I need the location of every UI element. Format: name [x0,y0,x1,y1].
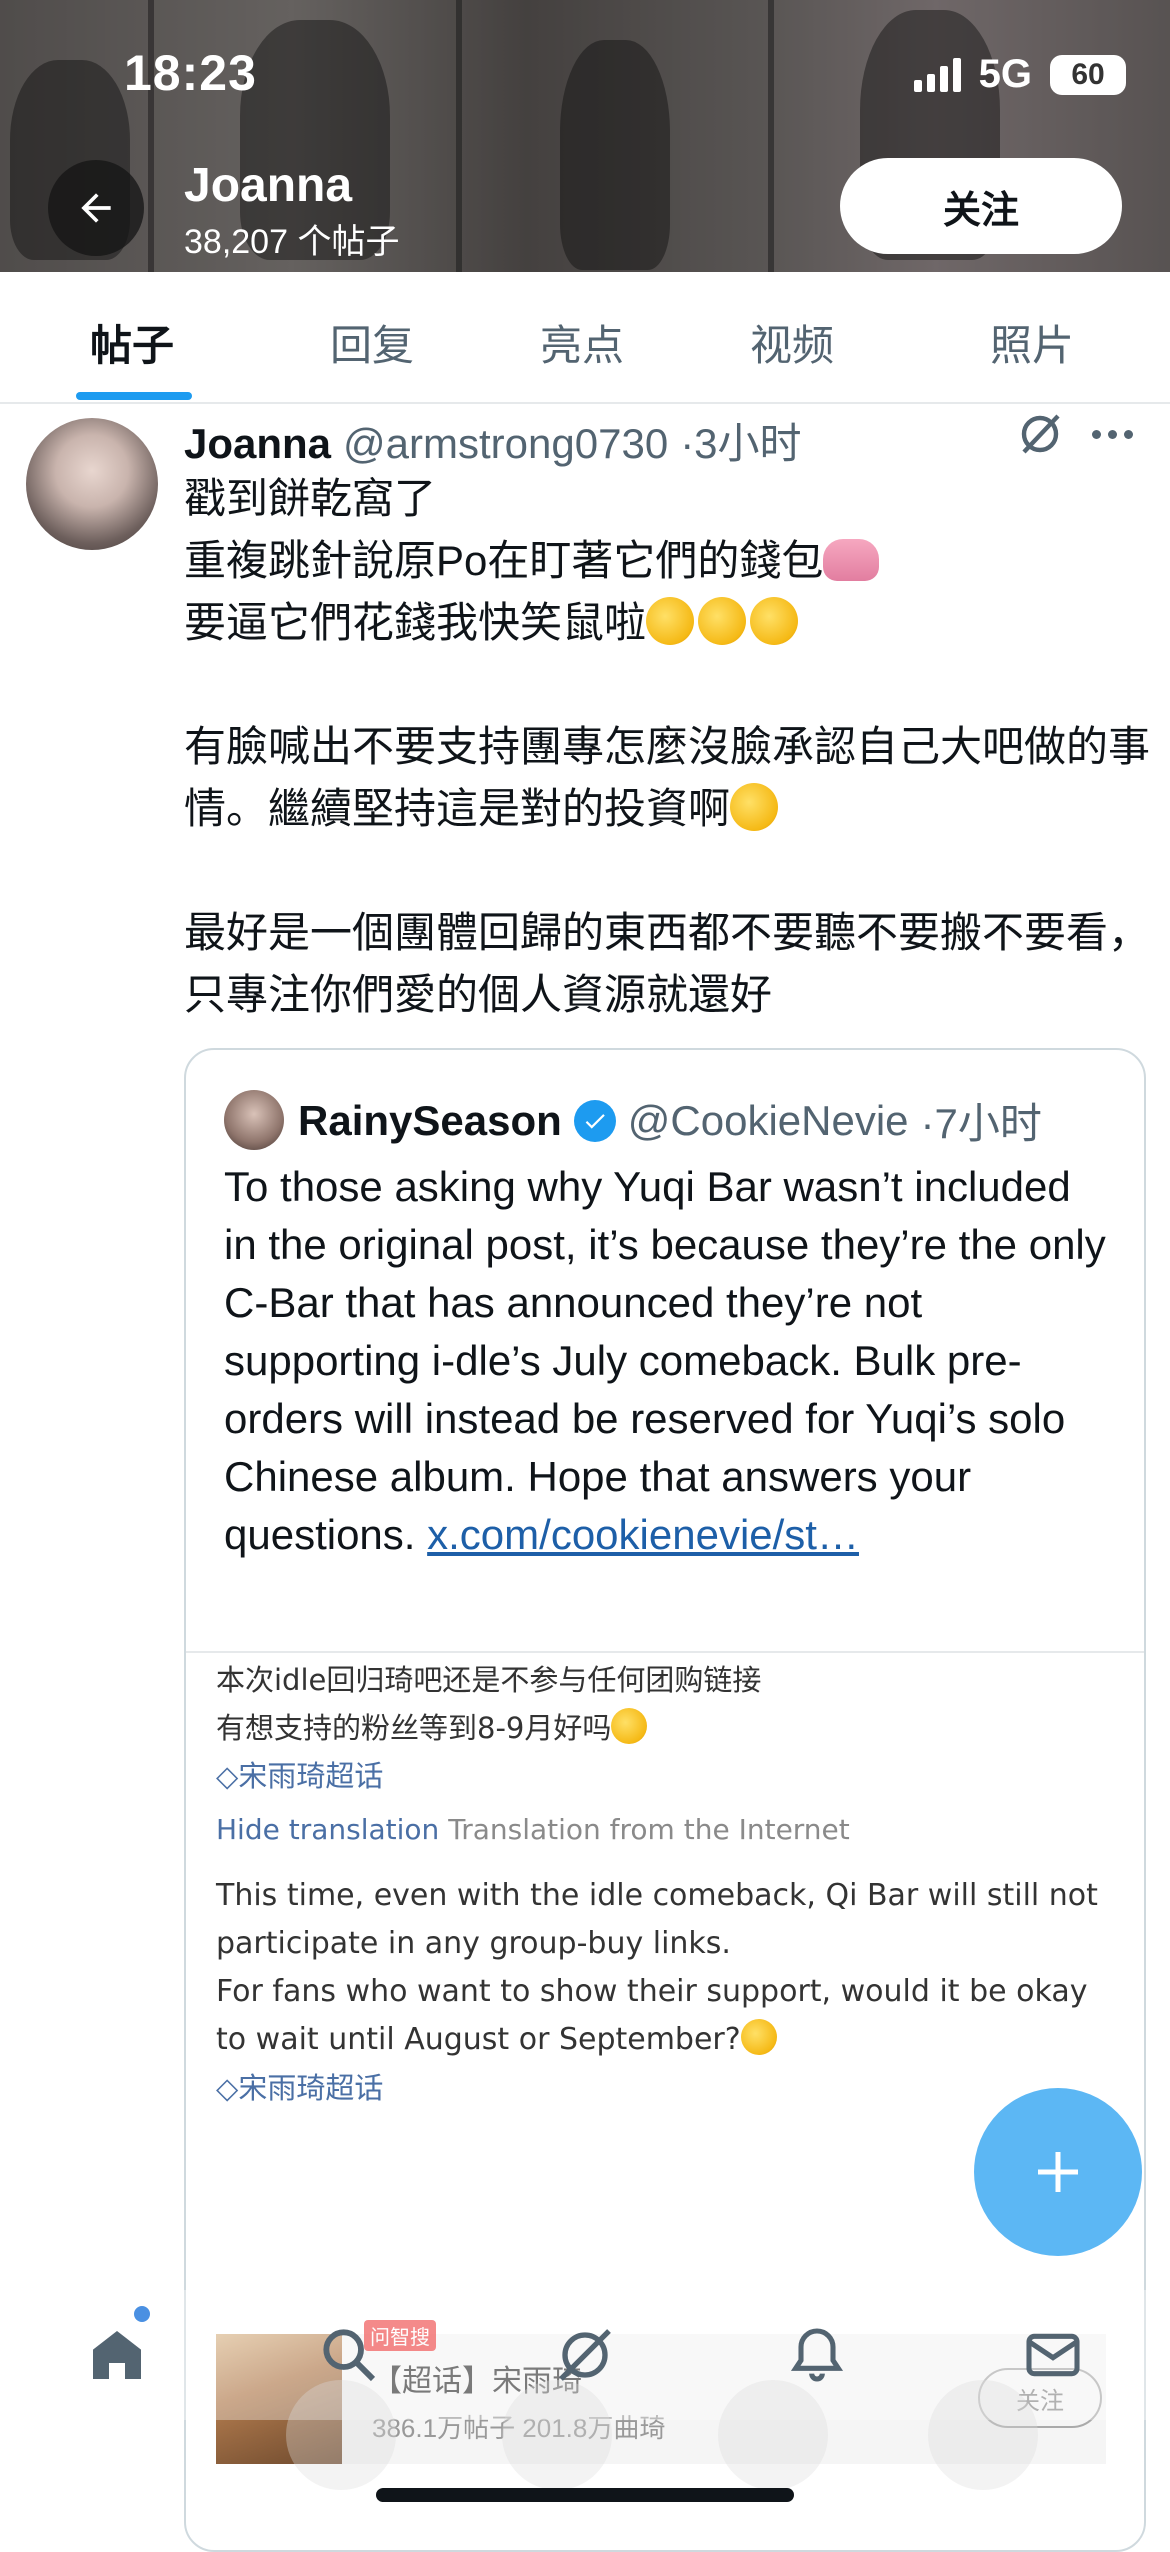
post-line: 要逼它們花錢我快笑鼠啦 [184,592,1164,654]
bottom-navigation: 问智搜 [0,2290,1170,2490]
home-unread-dot [134,2306,150,2322]
mail-icon [1026,2333,1080,2377]
tab-active-indicator [76,392,192,400]
grok-icon [559,2329,611,2381]
compose-button[interactable] [974,2088,1142,2256]
post-count: 38,207 个帖子 [184,223,400,261]
signal-icon [913,57,961,92]
post-line: 戳到餅乾窩了 [184,475,437,522]
network-label: 5G [978,52,1032,96]
follow-button[interactable]: 关注 [840,158,1122,254]
profile-tabs: 帖子 回复 亮点 视频 照片 [0,272,1170,404]
more-options-icon[interactable] [1092,430,1133,439]
grok-icon[interactable] [1016,410,1064,458]
arrow-left-icon [81,193,111,223]
post-handle[interactable]: @armstrong0730 [343,420,668,468]
quote-time: ·7小时 [920,1100,1042,1147]
battery-icon: 60 [1050,54,1126,95]
status-time: 18:23 [124,45,257,101]
quote-link[interactable]: x.com/cookienevie/st… [427,1511,859,1558]
tab-replies[interactable]: 回复 [330,312,414,373]
quote-text: To those asking why Yuqi Bar wasn’t incl… [224,1163,1106,1558]
hand-over-mouth-emoji-icon [730,783,779,831]
back-button[interactable] [48,160,144,256]
embedded-translation-bar: Hide translation Translation from the In… [216,1800,1116,1860]
tab-posts[interactable]: 帖子 [90,312,174,373]
nav-search[interactable]: 问智搜 [304,2310,436,2400]
quote-header: RainySeason @CookieNevie ·7小时 [298,1090,1042,1151]
quote-avatar[interactable] [224,1090,284,1150]
nav-messages[interactable] [1008,2310,1098,2400]
tab-photos[interactable]: 照片 [990,312,1074,373]
post-body: 戳到餅乾窩了 重複跳針說原Po在盯著它們的錢包 要逼它們花錢我快笑鼠啦 有臉喊出… [184,468,1164,1026]
home-icon [93,2331,141,2379]
tab-videos[interactable]: 视频 [750,312,834,373]
quote-body: To those asking why Yuqi Bar wasn’t incl… [224,1158,1114,1564]
embedded-screenshot: 本次idle回归琦吧还是不参与任何团购链接 有想支持的粉丝等到8-9月好吗 ◇宋… [216,1656,1116,2112]
embedded-topic-tag: ◇宋雨琦超话 [216,1759,384,1793]
purse-emoji-icon [823,539,880,581]
tab-highlights[interactable]: 亮点 [540,312,624,373]
rofl-emoji-icon [750,597,799,645]
post-time: ·3小时 [680,420,802,467]
embedded-topic-tag: ◇宋雨琦超话 [216,2071,384,2105]
nav-grok[interactable] [540,2310,630,2400]
verified-badge-icon [573,1099,616,1142]
quote-divider [186,1651,1144,1653]
post-header: Joanna @armstrong0730 ·3小时 [184,410,802,468]
rofl-emoji-icon [646,597,695,645]
embedded-line: 本次idle回归琦吧还是不参与任何团购链接 [216,1663,762,1697]
pleading-emoji-icon [611,1708,648,1744]
post-author[interactable]: Joanna [184,420,331,468]
hide-translation-link: Hide translation [216,1813,440,1846]
plus-icon [1038,2152,1078,2192]
post-paragraph: 有臉喊出不要支持團專怎麼沒臉承認自己大吧做的事情。繼續堅持這是對的投資啊 [184,723,1151,832]
home-indicator[interactable] [376,2488,794,2502]
status-bar-right: 5G 60 [913,52,1126,97]
avatar[interactable] [26,418,158,550]
quote-handle[interactable]: @CookieNevie [628,1097,909,1145]
nav-home[interactable] [72,2310,162,2400]
search-badge: 问智搜 [364,2320,436,2351]
bell-icon [790,2328,844,2382]
profile-name: Joanna [184,159,353,212]
quote-author[interactable]: RainySeason [298,1097,562,1145]
nav-notifications[interactable] [772,2310,862,2400]
pleading-emoji-icon [740,2019,777,2055]
embedded-translation-text: This time, even with the idle comeback, … [216,1878,1098,2057]
post-line: 重複跳針說原Po在盯著它們的錢包 [184,530,1164,592]
translation-source: Translation from the Internet [448,1813,850,1846]
rofl-emoji-icon [698,597,747,645]
post-paragraph: 最好是一個團體回歸的東西都不要聽不要搬不要看，只專注你們愛的個人資源就還好 [184,909,1151,1018]
embedded-line: 有想支持的粉丝等到8-9月好吗 [216,1704,1116,1752]
